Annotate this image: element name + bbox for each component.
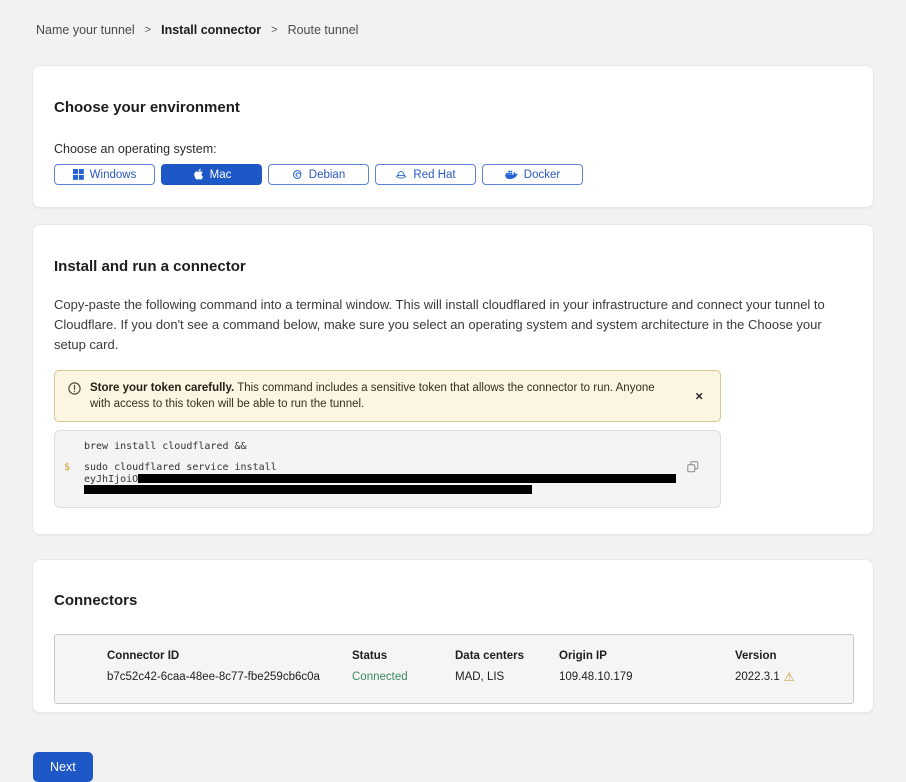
token-warning-banner: Store your token carefully. This command… <box>54 370 721 422</box>
status-badge: Connected <box>352 671 455 683</box>
os-button-label: Docker <box>524 169 560 181</box>
os-button-redhat[interactable]: Red Hat <box>375 164 476 185</box>
cell-origin-ip: 109.48.10.179 <box>559 671 735 683</box>
cell-version: 2022.3.1 ⚠ <box>735 671 853 683</box>
version-warning-icon: ⚠ <box>784 671 795 683</box>
os-button-label: Mac <box>210 169 232 181</box>
terminal-prompt: $ <box>64 463 70 474</box>
os-button-label: Debian <box>309 169 345 181</box>
os-button-debian[interactable]: Debian <box>268 164 369 185</box>
token-warning-text: Store your token carefully. This command… <box>90 380 665 412</box>
connectors-card: Connectors Connector ID Status Data cent… <box>32 559 874 713</box>
os-button-windows[interactable]: Windows <box>54 164 155 185</box>
token-warning-bold: Store your token carefully. <box>90 382 234 394</box>
terminal-token-line-2 <box>55 484 720 495</box>
terminal-command-block: brew install cloudflared && $sudo cloudf… <box>54 430 721 508</box>
cell-connector-id: b7c52c42-6caa-48ee-8c77-fbe259cb6c0a <box>107 671 352 683</box>
breadcrumb: Name your tunnel > Install connector > R… <box>0 0 906 37</box>
column-header-version: Version <box>735 650 853 662</box>
os-button-group: Windows Mac Debian Red Hat <box>54 164 852 185</box>
column-header-data-centers: Data centers <box>455 650 559 662</box>
debian-icon <box>292 169 303 180</box>
copy-command-button[interactable] <box>685 459 701 478</box>
redhat-icon <box>395 169 407 180</box>
table-row: b7c52c42-6caa-48ee-8c77-fbe259cb6c0a Con… <box>107 671 853 683</box>
install-description: Copy-paste the following command into a … <box>54 295 852 355</box>
redacted-token-bar <box>84 485 532 494</box>
docker-icon <box>505 169 518 180</box>
os-select-label: Choose an operating system: <box>54 142 852 156</box>
breadcrumb-item-route-tunnel[interactable]: Route tunnel <box>288 23 359 37</box>
alert-circle-icon <box>68 382 81 400</box>
breadcrumb-separator: > <box>145 24 151 36</box>
os-button-docker[interactable]: Docker <box>482 164 583 185</box>
column-header-origin-ip: Origin IP <box>559 650 735 662</box>
breadcrumb-item-name-your-tunnel[interactable]: Name your tunnel <box>36 23 135 37</box>
apple-icon <box>192 168 204 181</box>
terminal-line-1: brew install cloudflared && <box>55 442 720 453</box>
windows-icon <box>73 169 84 180</box>
breadcrumb-separator: > <box>271 24 277 36</box>
copy-icon <box>687 461 699 476</box>
breadcrumb-item-install-connector[interactable]: Install connector <box>161 23 261 37</box>
connectors-table-header: Connector ID Status Data centers Origin … <box>107 650 853 662</box>
terminal-line-2: $sudo cloudflared service install <box>55 463 720 474</box>
terminal-token-line: eyJhIjoiO <box>55 474 720 485</box>
column-header-connector-id: Connector ID <box>107 650 352 662</box>
column-header-status: Status <box>352 650 455 662</box>
os-button-label: Windows <box>90 169 137 181</box>
banner-close-button[interactable]: × <box>691 387 707 406</box>
install-card-title: Install and run a connector <box>54 258 852 275</box>
connectors-card-title: Connectors <box>54 592 852 609</box>
connectors-table: Connector ID Status Data centers Origin … <box>54 634 854 704</box>
token-prefix: eyJhIjoiO <box>84 474 138 485</box>
redacted-token-bar <box>138 474 676 483</box>
environment-card-title: Choose your environment <box>54 99 852 116</box>
next-button[interactable]: Next <box>33 752 93 782</box>
install-card: Install and run a connector Copy-paste t… <box>32 224 874 535</box>
environment-card: Choose your environment Choose an operat… <box>32 65 874 208</box>
cell-data-centers: MAD, LIS <box>455 671 559 683</box>
os-button-label: Red Hat <box>413 169 455 181</box>
os-button-mac[interactable]: Mac <box>161 164 262 185</box>
